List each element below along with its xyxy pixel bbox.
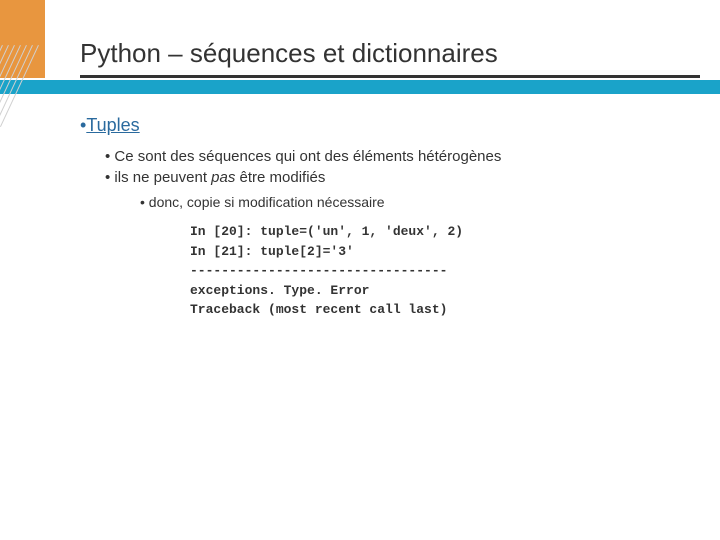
code-line: exceptions. Type. Error <box>190 283 369 298</box>
sub-bullet-item: donc, copie si modification nécessaire <box>140 194 690 210</box>
code-line: In [20]: tuple=('un', 1, 'deux', 2) <box>190 224 463 239</box>
bullet-item: Ce sont des séquences qui ont des élémen… <box>105 148 690 165</box>
emphasis-text: pas <box>211 169 235 186</box>
title-underline <box>80 75 700 78</box>
left-decoration <box>0 0 60 540</box>
section-heading: Tuples <box>80 115 690 136</box>
bullet-text: ils ne peuvent <box>114 169 211 186</box>
teal-accent-bar <box>0 80 720 94</box>
code-line: In [21]: tuple[2]='3' <box>190 244 354 259</box>
code-block: In [20]: tuple=('un', 1, 'deux', 2) In [… <box>190 222 690 320</box>
bullet-text-tail: être modifiés <box>235 169 325 186</box>
diagonal-lines <box>0 45 55 125</box>
slide-title: Python – séquences et dictionnaires <box>80 38 700 75</box>
slide-content: Tuples Ce sont des séquences qui ont des… <box>80 115 690 320</box>
code-line: --------------------------------- <box>190 263 447 278</box>
title-area: Python – séquences et dictionnaires <box>80 38 700 78</box>
bullet-item: ils ne peuvent pas être modifiés <box>105 169 690 186</box>
code-line: Traceback (most recent call last) <box>190 302 447 317</box>
